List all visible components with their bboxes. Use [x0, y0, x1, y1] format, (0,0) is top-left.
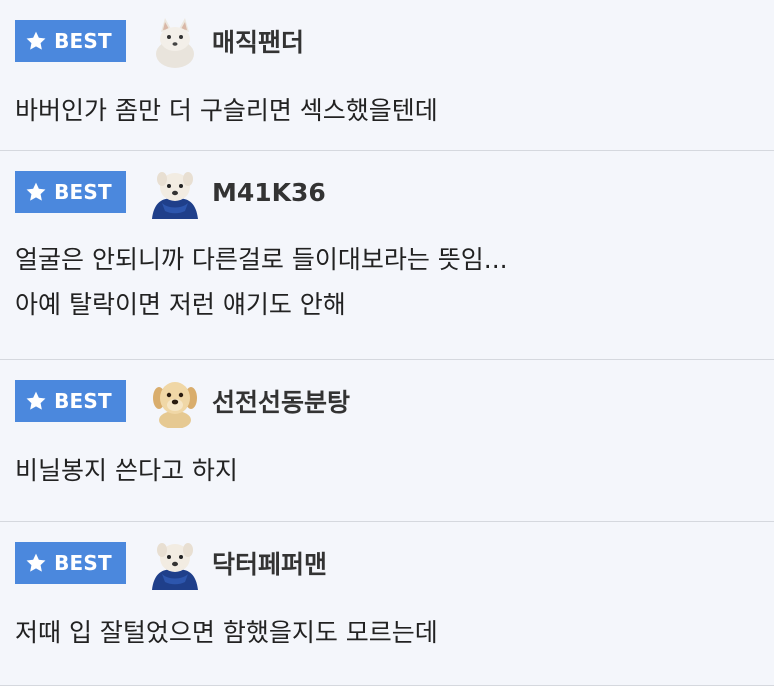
best-comment-list: BEST 매직팬더 바버인가 좀만 더 구슬리면 섹스했을텐데 BEST M41…: [0, 0, 774, 686]
best-badge: BEST: [15, 171, 126, 213]
star-icon: [26, 182, 46, 201]
star-icon: [26, 553, 46, 572]
comment-header: BEST 선전선동분탕: [15, 374, 759, 428]
best-badge: BEST: [15, 380, 126, 422]
comment-item: BEST M41K36 얼굴은 안되니까 다른걸로 들이대보라는 뜻임... 아…: [0, 151, 774, 360]
golden-puppy-avatar-icon[interactable]: [148, 374, 202, 428]
comment-header: BEST 닥터페퍼맨: [15, 536, 759, 590]
star-icon: [26, 391, 46, 410]
comment-text-line: 저때 입 잘털었으면 함했을지도 모르는데: [15, 618, 438, 647]
comment-text-line: 바버인가 좀만 더 구슬리면 섹스했을텐데: [15, 96, 438, 125]
comment-text: 비닐봉지 쓴다고 하지: [15, 448, 759, 493]
star-icon: [26, 31, 46, 50]
best-badge: BEST: [15, 20, 126, 62]
comment-header: BEST M41K36: [15, 165, 759, 219]
white-dog-scarf-avatar-icon[interactable]: [148, 165, 202, 219]
best-badge-label: BEST: [54, 551, 112, 575]
comment-item: BEST 닥터페퍼맨 저때 입 잘털었으면 함했을지도 모르는데: [0, 522, 774, 686]
white-dog-scarf-avatar-icon[interactable]: [148, 536, 202, 590]
best-badge: BEST: [15, 542, 126, 584]
comment-text: 저때 입 잘털었으면 함했을지도 모르는데: [15, 610, 759, 655]
comment-username[interactable]: 매직팬더: [212, 23, 304, 59]
best-badge-label: BEST: [54, 29, 112, 53]
white-fox-avatar-icon[interactable]: [148, 14, 202, 68]
comment-item: BEST 선전선동분탕 비닐봉지 쓴다고 하지: [0, 360, 774, 522]
comment-header: BEST 매직팬더: [15, 14, 759, 68]
comment-text-line: 아예 탈락이면 저런 얘기도 안해: [15, 290, 346, 319]
best-badge-label: BEST: [54, 389, 112, 413]
comment-text-line: 비닐봉지 쓴다고 하지: [15, 456, 238, 485]
best-badge-label: BEST: [54, 180, 112, 204]
comment-text: 얼굴은 안되니까 다른걸로 들이대보라는 뜻임... 아예 탈락이면 저런 얘기…: [15, 237, 759, 327]
comment-text: 바버인가 좀만 더 구슬리면 섹스했을텐데: [15, 88, 759, 133]
comment-username[interactable]: 선전선동분탕: [212, 383, 350, 419]
comment-username[interactable]: M41K36: [212, 178, 326, 207]
comment-text-line: 얼굴은 안되니까 다른걸로 들이대보라는 뜻임...: [15, 245, 508, 274]
comment-username[interactable]: 닥터페퍼맨: [212, 545, 327, 581]
comment-item: BEST 매직팬더 바버인가 좀만 더 구슬리면 섹스했을텐데: [0, 0, 774, 151]
